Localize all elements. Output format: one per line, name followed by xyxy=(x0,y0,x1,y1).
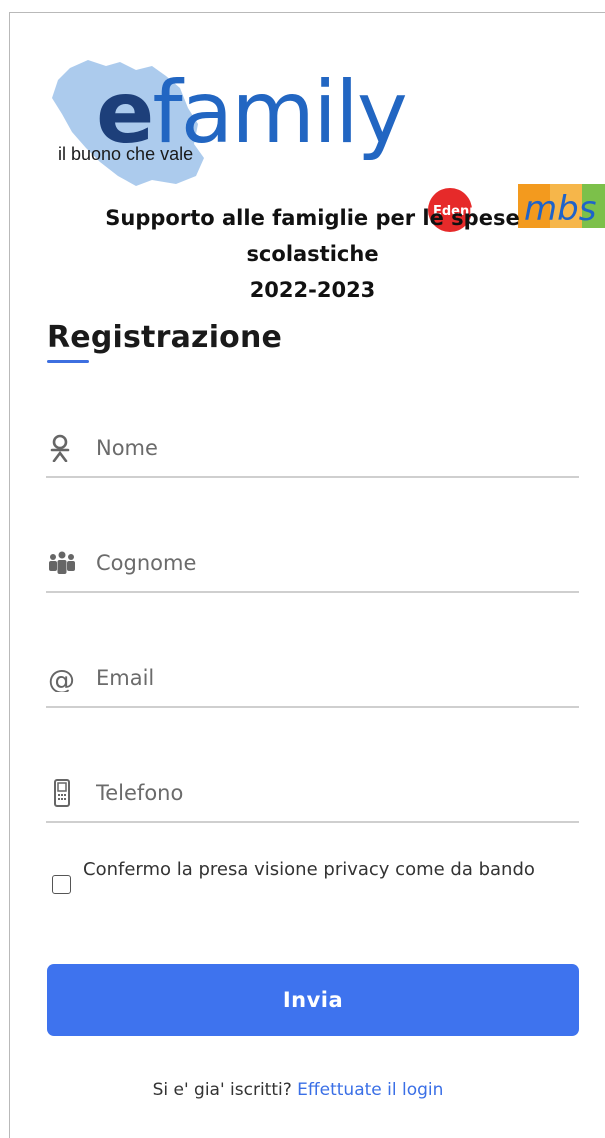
svg-text:@: @ xyxy=(48,665,75,692)
login-link[interactable]: Effettuate il login xyxy=(297,1080,443,1100)
heading-line-2: scolastiche xyxy=(246,242,379,266)
group-icon xyxy=(49,551,75,574)
login-prompt: Si e' gia' iscritti? Effettuate il login xyxy=(0,1080,596,1100)
phone-input[interactable] xyxy=(96,773,566,813)
title-underline xyxy=(47,360,89,363)
surname-input[interactable] xyxy=(96,543,566,583)
login-prompt-text: Si e' gia' iscritti? xyxy=(152,1080,292,1100)
privacy-checkbox[interactable] xyxy=(52,875,71,894)
form-title: Registrazione xyxy=(47,320,283,355)
phone-icon xyxy=(54,779,70,807)
name-input[interactable] xyxy=(96,428,566,468)
heading-line-3: 2022-2023 xyxy=(249,278,376,302)
brand-logo: efamily Edenred mbs xyxy=(48,58,605,232)
user-icon xyxy=(50,434,70,462)
at-icon: @ xyxy=(48,665,75,692)
logo-tagline: il buono che vale xyxy=(58,144,194,164)
privacy-consent-label: Confermo la presa visione privacy come d… xyxy=(83,859,535,880)
email-input[interactable] xyxy=(96,658,566,698)
email-field[interactable]: @ xyxy=(46,648,579,708)
name-field[interactable] xyxy=(46,418,579,478)
phone-field[interactable] xyxy=(46,763,579,823)
surname-field[interactable] xyxy=(46,533,579,593)
page-heading: Supporto alle famiglie per le spese scol… xyxy=(40,200,585,308)
submit-button[interactable]: Invia xyxy=(47,964,579,1036)
heading-line-1: Supporto alle famiglie per le spese xyxy=(105,206,520,230)
